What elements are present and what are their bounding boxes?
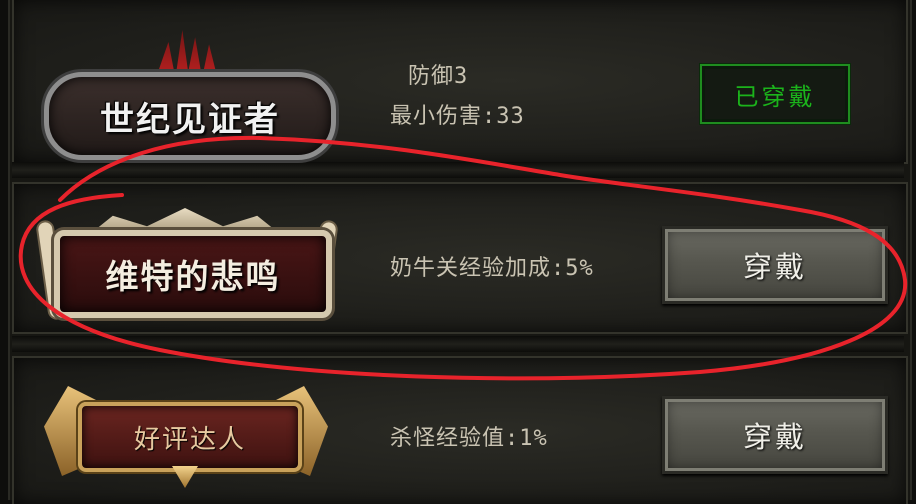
red-circle-annotation [18,135,908,381]
annotation-stroke [18,135,908,381]
